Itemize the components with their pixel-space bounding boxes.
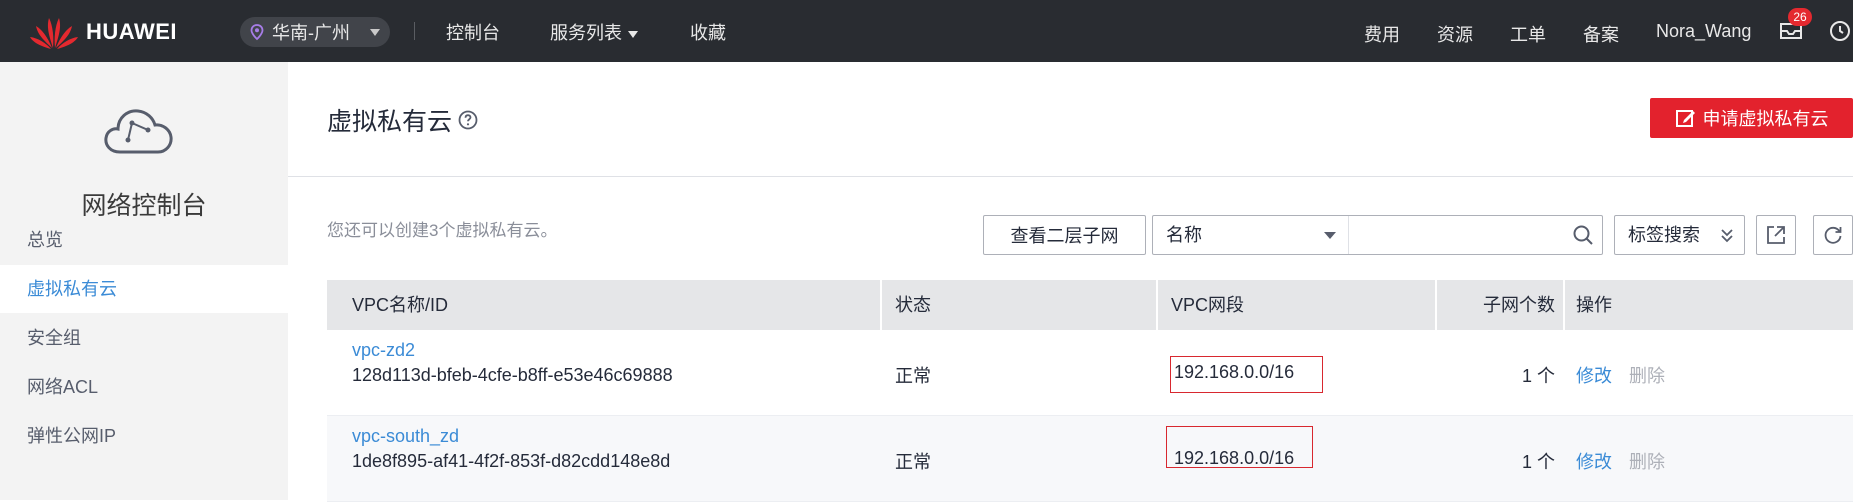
table-row: vpc-zd2 128d113d-bfeb-4cfe-b8ff-e53e46c6… [327, 330, 1853, 416]
chevron-down-icon [370, 29, 380, 36]
highlight-box [1166, 426, 1313, 468]
search-field-select[interactable]: 名称 [1153, 216, 1349, 254]
nav-icp-filing[interactable]: 备案 [1583, 21, 1619, 47]
huawei-logo[interactable]: HUAWEI [28, 14, 177, 50]
delete-link[interactable]: 删除 [1629, 362, 1665, 388]
clock-icon[interactable] [1828, 19, 1852, 43]
vpc-id: 1de8f895-af41-4f2f-853f-d82cdd148e8d [352, 451, 671, 471]
vpc-status: 正常 [895, 366, 931, 386]
page-title: 虚拟私有云 [327, 108, 453, 136]
caret-down-icon [1324, 232, 1336, 239]
nav-service-list[interactable]: 服务列表 [550, 19, 638, 45]
help-icon[interactable] [458, 110, 478, 130]
view-l2-subnet-button[interactable]: 查看二层子网 [983, 215, 1146, 255]
location-pin-icon [250, 24, 264, 41]
search-input[interactable] [1350, 216, 1560, 254]
modify-link[interactable]: 修改 [1576, 362, 1612, 388]
column-divider [880, 280, 882, 330]
search-icon[interactable] [1572, 224, 1594, 246]
column-divider [1156, 280, 1158, 330]
nav-console[interactable]: 控制台 [446, 19, 500, 45]
sidebar-item-eip[interactable]: 弹性公网IP [0, 412, 288, 460]
col-header-name: VPC名称/ID [352, 295, 449, 315]
subnet-count: 1 个 [1521, 452, 1555, 472]
create-vpc-label: 申请虚拟私有云 [1702, 109, 1829, 129]
divider [414, 22, 415, 40]
vpc-table: VPC名称/ID 状态 VPC网段 子网个数 操作 vpc-zd2 128d11… [327, 280, 1853, 502]
nav-resources[interactable]: 资源 [1437, 21, 1473, 47]
col-header-cidr: VPC网段 [1171, 295, 1245, 315]
nav-service-list-label: 服务列表 [550, 23, 622, 43]
col-header-actions: 操作 [1576, 295, 1612, 315]
export-button[interactable] [1756, 215, 1796, 255]
create-vpc-button[interactable]: 申请虚拟私有云 [1650, 98, 1853, 138]
subnet-count: 1 个 [1521, 366, 1555, 386]
modify-link[interactable]: 修改 [1576, 448, 1612, 474]
user-menu[interactable]: Nora_Wang [1656, 21, 1751, 42]
table-row: vpc-south_zd 1de8f895-af41-4f2f-853f-d82… [327, 416, 1853, 502]
sidebar-item-network-acl[interactable]: 网络ACL [0, 363, 288, 411]
double-chevron-down-icon [1721, 229, 1733, 243]
message-count-badge: 26 [1788, 8, 1812, 26]
col-header-subnet-count: 子网个数 [1483, 295, 1555, 315]
sidebar-item-overview[interactable]: 总览 [0, 216, 288, 264]
search-field-label: 名称 [1166, 225, 1202, 245]
column-divider [1563, 280, 1565, 330]
vpc-id: 128d113d-bfeb-4cfe-b8ff-e53e46c69888 [352, 365, 673, 385]
divider [288, 176, 1853, 177]
vpc-name-link[interactable]: vpc-south_zd [352, 426, 459, 447]
column-divider [1435, 280, 1437, 330]
region-label: 华南-广州 [272, 23, 350, 43]
huawei-flower-icon [30, 18, 78, 49]
main-content: 虚拟私有云 申请虚拟私有云 您还可以创建3个虚拟私有云。 查看二层子网 名称 标… [288, 62, 1853, 502]
top-navigation-bar: HUAWEI 华南-广州 控制台 服务列表 收藏 费用 资源 工单 备案 Nor… [0, 0, 1853, 62]
quota-hint: 您还可以创建3个虚拟私有云。 [327, 221, 558, 240]
table-header: VPC名称/ID 状态 VPC网段 子网个数 操作 [327, 280, 1853, 330]
vpc-status: 正常 [895, 452, 931, 472]
refresh-button[interactable] [1813, 215, 1853, 255]
nav-favorites[interactable]: 收藏 [690, 19, 726, 45]
edit-icon [1675, 110, 1695, 127]
export-icon [1767, 226, 1785, 244]
logo-text: HUAWEI [86, 19, 177, 44]
sidebar-item-vpc[interactable]: 虚拟私有云 [0, 265, 288, 313]
cloud-network-icon [104, 109, 173, 154]
highlight-box [1170, 356, 1323, 393]
refresh-icon [1824, 226, 1842, 244]
vpc-name-link[interactable]: vpc-zd2 [352, 340, 415, 361]
sidebar-item-security-group[interactable]: 安全组 [0, 314, 288, 362]
chevron-down-icon [628, 30, 638, 38]
region-selector[interactable]: 华南-广州 [240, 17, 390, 47]
search-bar: 名称 [1152, 215, 1603, 255]
tag-search-label: 标签搜索 [1628, 225, 1700, 245]
sidebar: 网络控制台 总览 虚拟私有云 安全组 网络ACL 弹性公网IP [0, 62, 288, 500]
nav-tickets[interactable]: 工单 [1510, 21, 1546, 47]
delete-link[interactable]: 删除 [1629, 448, 1665, 474]
tag-search-button[interactable]: 标签搜索 [1614, 215, 1745, 255]
col-header-status: 状态 [895, 295, 931, 315]
nav-billing[interactable]: 费用 [1364, 21, 1400, 47]
